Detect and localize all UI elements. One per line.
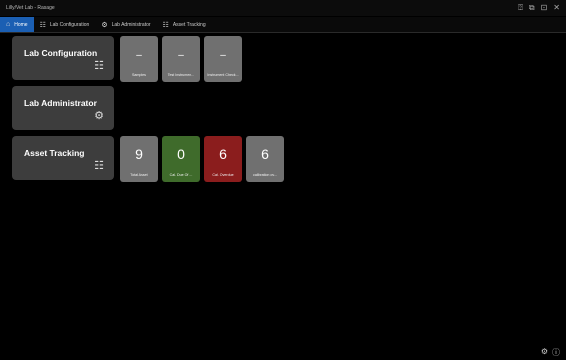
app-title: Lilly/Vet Lab - Rasage [6, 5, 55, 11]
tab-label: Home [14, 21, 28, 28]
tile-value: – [220, 50, 226, 61]
tab-lab-administrator[interactable]: ⚙ Lab Administrator [95, 17, 156, 32]
tile-calibration-overview[interactable]: 6 calibration ov... [246, 136, 284, 182]
tab-lab-configuration[interactable]: ☷ Lab Configuration [34, 17, 96, 32]
module-label: Lab Configuration [24, 48, 98, 58]
title-bar: Lilly/Vet Lab - Rasage ⍰ ⧉ ⊡ ✕ [0, 0, 566, 16]
tile-instrument-check[interactable]: – Instrument Check... [204, 36, 242, 82]
restore-icon[interactable]: ⧉ [529, 3, 535, 13]
tile-cal-due[interactable]: 0 Cal. Due Of ... [162, 136, 200, 182]
tile-value: 0 [177, 146, 185, 162]
tab-home[interactable]: ⌂ Home [0, 17, 34, 32]
config-icon: ☷ [94, 60, 104, 72]
config-icon: ☷ [39, 21, 46, 29]
tile-test-instruments[interactable]: – Test Instrumen... [162, 36, 200, 82]
window-controls: ⍰ ⧉ ⊡ ✕ [518, 3, 560, 13]
tile-caption: Instrument Check... [207, 73, 239, 77]
info-icon[interactable]: ⓘ [552, 347, 560, 358]
tile-value: 6 [219, 146, 227, 162]
tile-cal-overdue[interactable]: 6 Cal. Overdue [204, 136, 242, 182]
module-label: Asset Tracking [24, 148, 85, 158]
module-asset-tracking[interactable]: Asset Tracking ☷ [12, 136, 114, 180]
tile-value: 9 [135, 146, 143, 162]
module-lab-configuration[interactable]: Lab Configuration ☷ [12, 36, 114, 80]
dashboard: Lab Configuration ☷ – Samples – Test Ins… [12, 36, 554, 338]
tile-caption: Samples [132, 73, 146, 77]
asset-icon: ☷ [162, 21, 169, 29]
home-icon: ⌂ [6, 21, 11, 28]
help-icon[interactable]: ⍰ [518, 3, 523, 13]
module-toolbar: ⌂ Home ☷ Lab Configuration ⚙ Lab Adminis… [0, 17, 566, 33]
tile-total-asset[interactable]: 9 Total Asset [120, 136, 158, 182]
tile-value: – [136, 50, 142, 61]
tile-value: 6 [261, 146, 269, 162]
tile-caption: Total Asset [130, 173, 148, 177]
asset-icon: ☷ [94, 160, 104, 172]
status-icons: ⚙ ⓘ [541, 347, 560, 358]
tile-samples[interactable]: – Samples [120, 36, 158, 82]
tile-caption: Cal. Overdue [212, 173, 234, 177]
tile-caption: Cal. Due Of ... [169, 173, 193, 177]
gear-icon: ⚙ [94, 110, 104, 122]
tab-label: Lab Administrator [111, 21, 151, 28]
admin-icon: ⚙ [101, 21, 108, 29]
tile-caption: calibration ov... [253, 173, 277, 177]
tab-label: Lab Configuration [49, 21, 90, 28]
tab-asset-tracking[interactable]: ☷ Asset Tracking [157, 17, 212, 32]
status-bar: ⚙ ⓘ [0, 347, 566, 360]
module-label: Lab Administrator [24, 98, 97, 108]
resize-icon[interactable]: ⊡ [541, 3, 548, 13]
close-icon[interactable]: ✕ [553, 3, 560, 13]
tile-caption: Test Instrumen... [167, 73, 195, 77]
tile-value: – [178, 50, 184, 61]
module-lab-administrator[interactable]: Lab Administrator ⚙ [12, 86, 114, 130]
tab-label: Asset Tracking [172, 21, 206, 28]
settings-icon[interactable]: ⚙ [541, 347, 548, 358]
